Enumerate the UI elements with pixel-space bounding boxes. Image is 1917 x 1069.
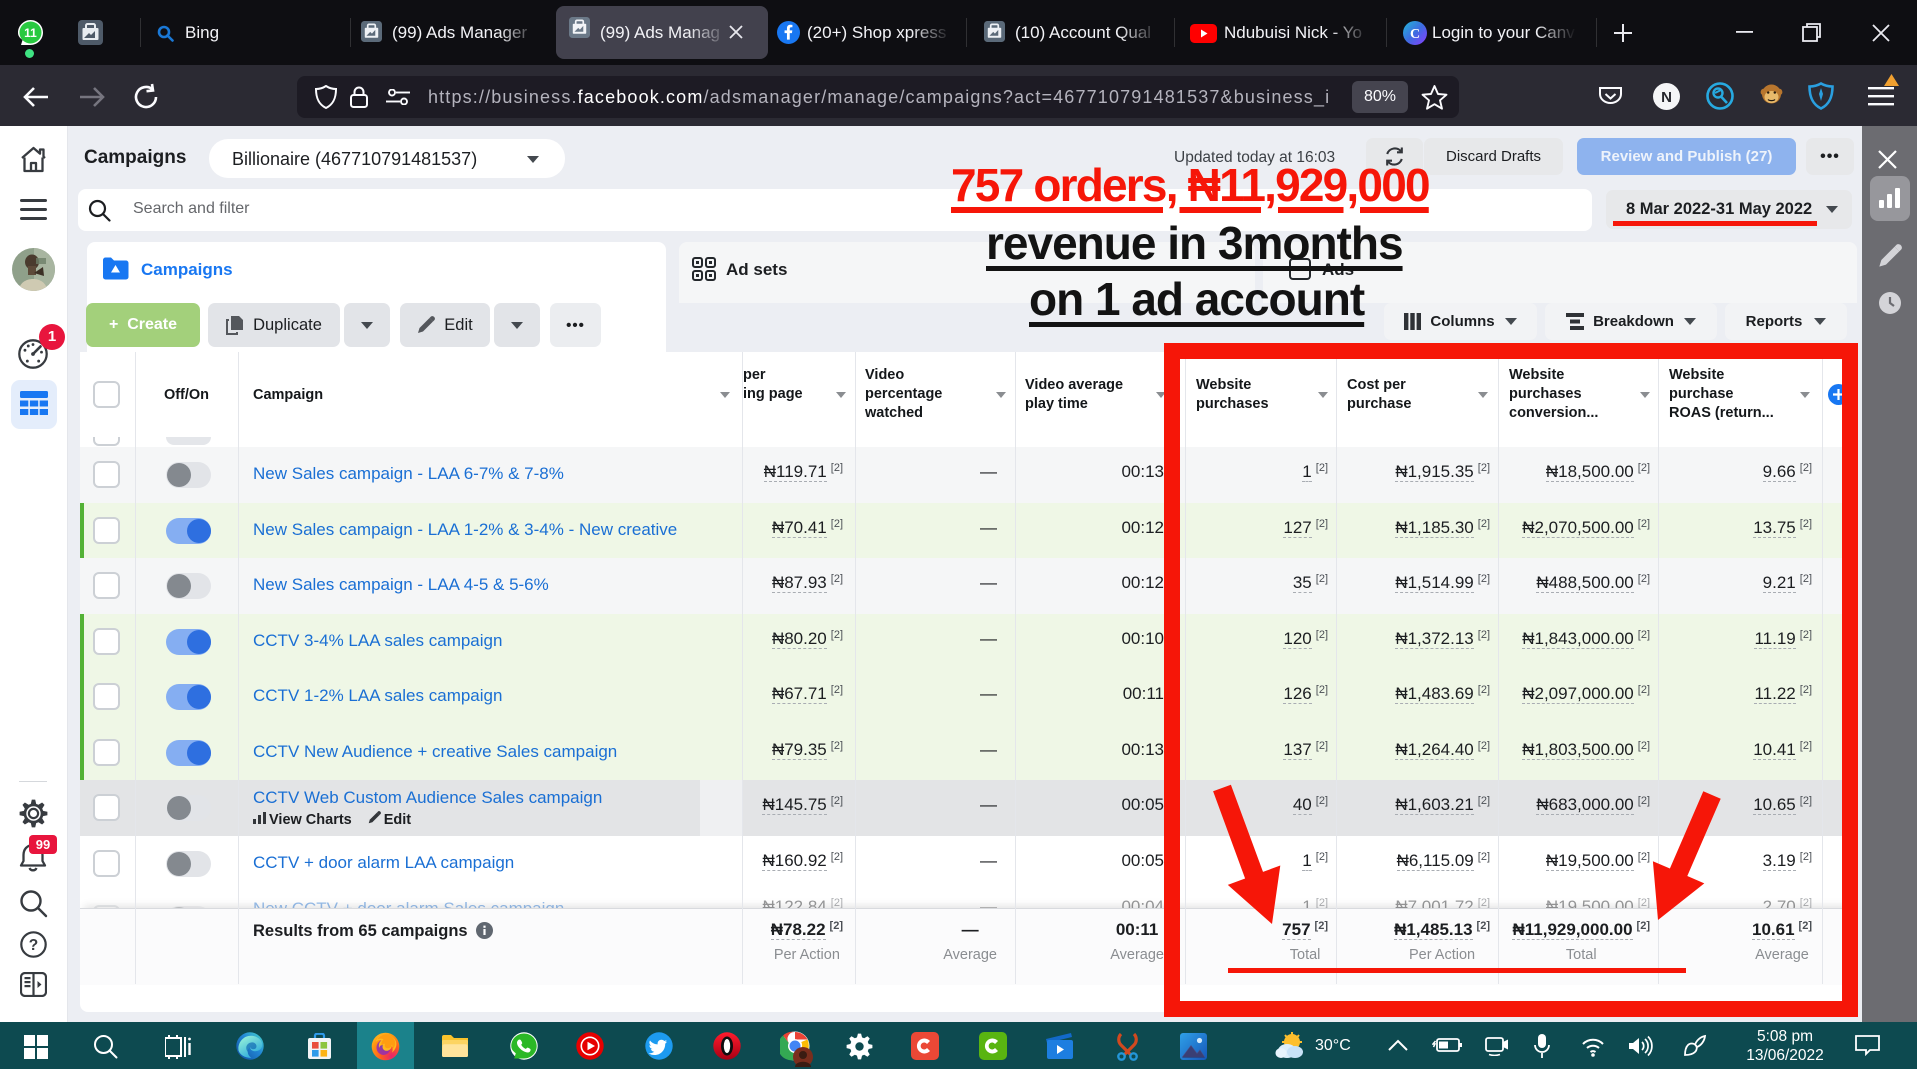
svg-text:?: ?	[29, 937, 38, 954]
svg-text:C: C	[1410, 27, 1420, 42]
svg-text:N: N	[1661, 89, 1672, 106]
svg-text:11: 11	[24, 26, 37, 40]
